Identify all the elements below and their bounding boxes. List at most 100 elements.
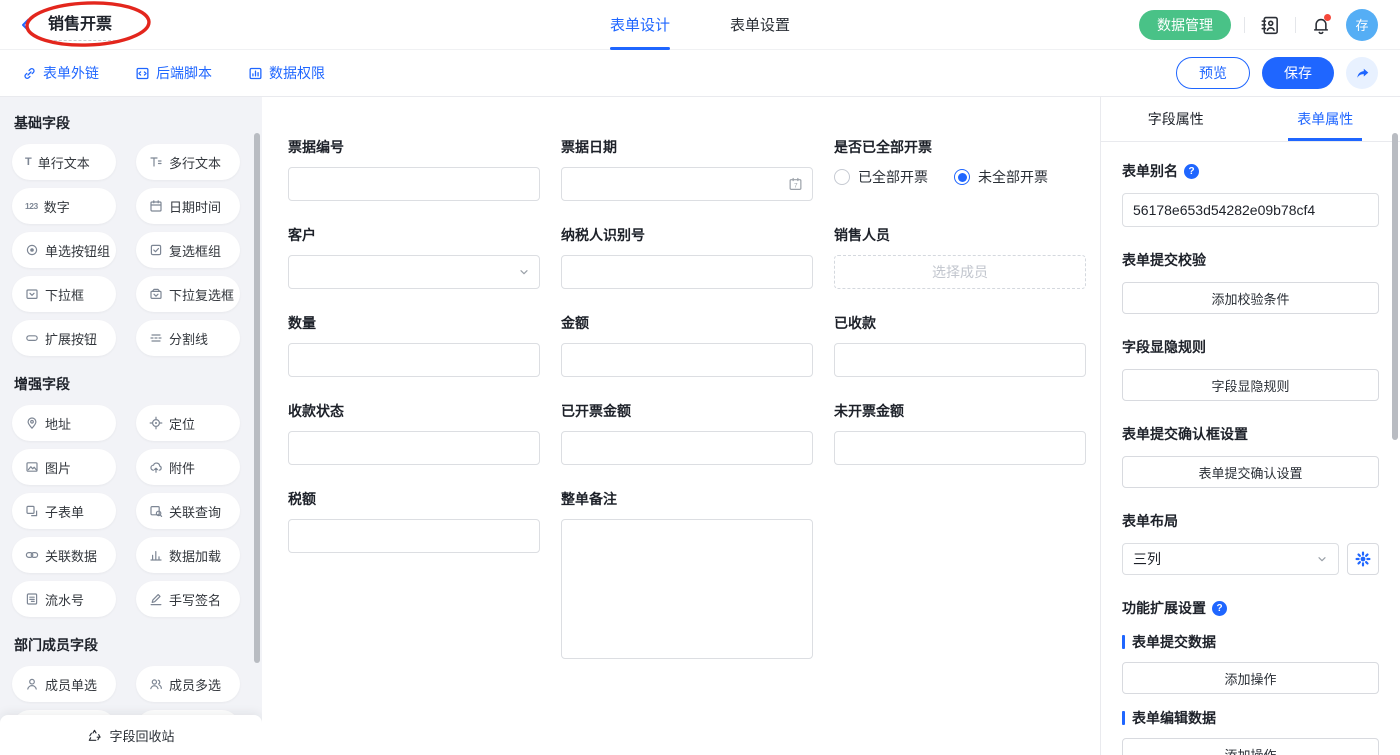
layout-select[interactable]: 三列: [1122, 543, 1339, 575]
form-field-taxpayer-id[interactable]: 纳税人识别号: [561, 225, 813, 289]
serial-icon: [25, 592, 39, 606]
datetime-icon: [149, 199, 163, 213]
save-button[interactable]: 保存: [1262, 57, 1334, 89]
uninvoiced-amount-input[interactable]: [834, 431, 1086, 465]
radio-icon: [834, 169, 850, 185]
tab-form-settings[interactable]: 表单设置: [730, 0, 790, 50]
form-field-invoiced-amount[interactable]: 已开票金额: [561, 401, 813, 465]
add-validation-button[interactable]: 添加校验条件: [1122, 282, 1379, 314]
field-type-radio-group[interactable]: 单选按钮组: [12, 232, 116, 268]
tab-form-design[interactable]: 表单设计: [610, 0, 670, 50]
panel-scrollbar[interactable]: [1392, 133, 1398, 440]
amount-input[interactable]: [561, 343, 813, 377]
radio-group-icon: [25, 243, 39, 257]
field-type-member-multi[interactable]: 成员多选: [136, 666, 240, 702]
visibility-rules-button[interactable]: 字段显隐规则: [1122, 369, 1379, 401]
field-type-multi-text[interactable]: 多行文本: [136, 144, 240, 180]
field-type-number[interactable]: 123 数字: [12, 188, 116, 224]
tab-field-properties[interactable]: 字段属性: [1101, 97, 1251, 141]
received-input[interactable]: [834, 343, 1086, 377]
field-type-select[interactable]: 下拉框: [12, 276, 116, 312]
field-type-extend-button[interactable]: 扩展按钮: [12, 320, 116, 356]
field-type-multi-select[interactable]: 下拉复选框: [136, 276, 240, 312]
page-title[interactable]: 销售开票: [44, 8, 116, 41]
bill-no-input[interactable]: [288, 167, 540, 201]
quantity-input[interactable]: [288, 343, 540, 377]
share-button[interactable]: [1346, 57, 1378, 89]
member-picker[interactable]: 选择成员: [834, 255, 1086, 289]
add-submit-action-button[interactable]: 添加操作: [1122, 662, 1379, 694]
back-icon[interactable]: [18, 15, 38, 35]
field-type-serial-number[interactable]: 流水号: [12, 581, 116, 617]
preview-button[interactable]: 预览: [1176, 57, 1250, 89]
form-field-quantity[interactable]: 数量: [288, 313, 540, 377]
sidebar-scrollbar[interactable]: [254, 133, 260, 663]
form-field-tax[interactable]: 税额: [288, 489, 540, 553]
divider-icon: [149, 331, 163, 345]
bill-date-input[interactable]: 7: [561, 167, 813, 201]
field-type-related-query[interactable]: 关联查询: [136, 493, 240, 529]
bell-icon[interactable]: [1309, 13, 1333, 37]
field-type-signature[interactable]: 手写签名: [136, 581, 240, 617]
contacts-icon[interactable]: [1258, 13, 1282, 37]
address-icon: [25, 416, 39, 430]
form-field-amount[interactable]: 金额: [561, 313, 813, 377]
form-field-received[interactable]: 已收款: [834, 313, 1086, 377]
edit-data-group-label: 表单编辑数据: [1122, 708, 1379, 728]
help-icon[interactable]: ?: [1212, 601, 1227, 616]
add-edit-action-button[interactable]: 添加操作: [1122, 738, 1379, 755]
radio-option-not-all-invoiced[interactable]: 未全部开票: [954, 167, 1048, 187]
form-field-uninvoiced-amount[interactable]: 未开票金额: [834, 401, 1086, 465]
form-design-canvas: 票据编号 票据日期 7 是否已全部开票 已全部开票: [262, 97, 1100, 755]
payment-status-input[interactable]: [288, 431, 540, 465]
field-type-locate[interactable]: 定位: [136, 405, 240, 441]
form-field-bill-date[interactable]: 票据日期 7: [561, 137, 813, 201]
extension-settings-section: 功能扩展设置 ? 表单提交数据 添加操作 表单编辑数据 添加操作: [1122, 598, 1379, 755]
field-type-subform[interactable]: 子表单: [12, 493, 116, 529]
taxpayer-id-input[interactable]: [561, 255, 813, 289]
form-field-payment-status[interactable]: 收款状态: [288, 401, 540, 465]
field-type-datetime[interactable]: 日期时间: [136, 188, 240, 224]
customer-select[interactable]: [288, 255, 540, 289]
field-type-checkbox-group[interactable]: 复选框组: [136, 232, 240, 268]
data-manage-button[interactable]: 数据管理: [1139, 10, 1231, 40]
field-type-attachment[interactable]: 附件: [136, 449, 240, 485]
data-permission-link[interactable]: 数据权限: [248, 63, 325, 83]
field-type-address[interactable]: 地址: [12, 405, 116, 441]
radio-option-all-invoiced[interactable]: 已全部开票: [834, 167, 928, 187]
visibility-rules-section: 字段显隐规则 字段显隐规则: [1122, 337, 1379, 401]
field-type-divider[interactable]: 分割线: [136, 320, 240, 356]
field-type-data-load[interactable]: 数据加载: [136, 537, 240, 573]
help-icon[interactable]: ?: [1184, 164, 1199, 179]
field-recycle-bin[interactable]: 字段回收站: [0, 715, 262, 755]
remark-textarea[interactable]: [561, 519, 813, 659]
field-type-member-single[interactable]: 成员单选: [12, 666, 116, 702]
form-alias-input[interactable]: [1122, 193, 1379, 227]
form-field-sales-person[interactable]: 销售人员 选择成员: [834, 225, 1086, 289]
member-single-icon: [25, 677, 39, 691]
select-icon: [25, 287, 39, 301]
avatar[interactable]: 存: [1346, 9, 1378, 41]
backend-script-link[interactable]: 后端脚本: [135, 63, 212, 83]
form-external-link[interactable]: 表单外链: [22, 63, 99, 83]
data-load-icon: [149, 548, 163, 562]
field-type-image[interactable]: 图片: [12, 449, 116, 485]
gear-icon: [1355, 551, 1371, 567]
form-field-bill-no[interactable]: 票据编号: [288, 137, 540, 201]
field-type-related-data[interactable]: 关联数据: [12, 537, 116, 573]
field-type-single-text[interactable]: T 单行文本: [12, 144, 116, 180]
multi-select-icon: [149, 287, 163, 301]
tax-input[interactable]: [288, 519, 540, 553]
related-data-icon: [25, 548, 39, 562]
subform-icon: [25, 504, 39, 518]
form-field-fully-invoiced[interactable]: 是否已全部开票 已全部开票 未全部开票: [834, 137, 1086, 187]
form-field-remark[interactable]: 整单备注: [561, 489, 813, 659]
tab-form-properties[interactable]: 表单属性: [1251, 97, 1400, 141]
submit-confirm-button[interactable]: 表单提交确认设置: [1122, 456, 1379, 488]
invoiced-amount-input[interactable]: [561, 431, 813, 465]
form-field-customer[interactable]: 客户: [288, 225, 540, 289]
form-layout-section: 表单布局 三列: [1122, 511, 1379, 575]
layout-settings-button[interactable]: [1347, 543, 1379, 575]
section-title-member-fields: 部门成员字段: [14, 635, 262, 655]
section-title-basic-fields: 基础字段: [14, 113, 262, 133]
